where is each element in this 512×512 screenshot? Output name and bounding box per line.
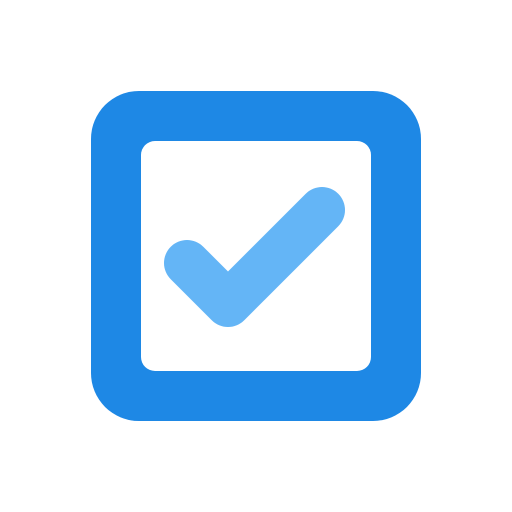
checked-checkbox-icon[interactable] <box>0 0 512 512</box>
icon-canvas <box>0 0 512 512</box>
